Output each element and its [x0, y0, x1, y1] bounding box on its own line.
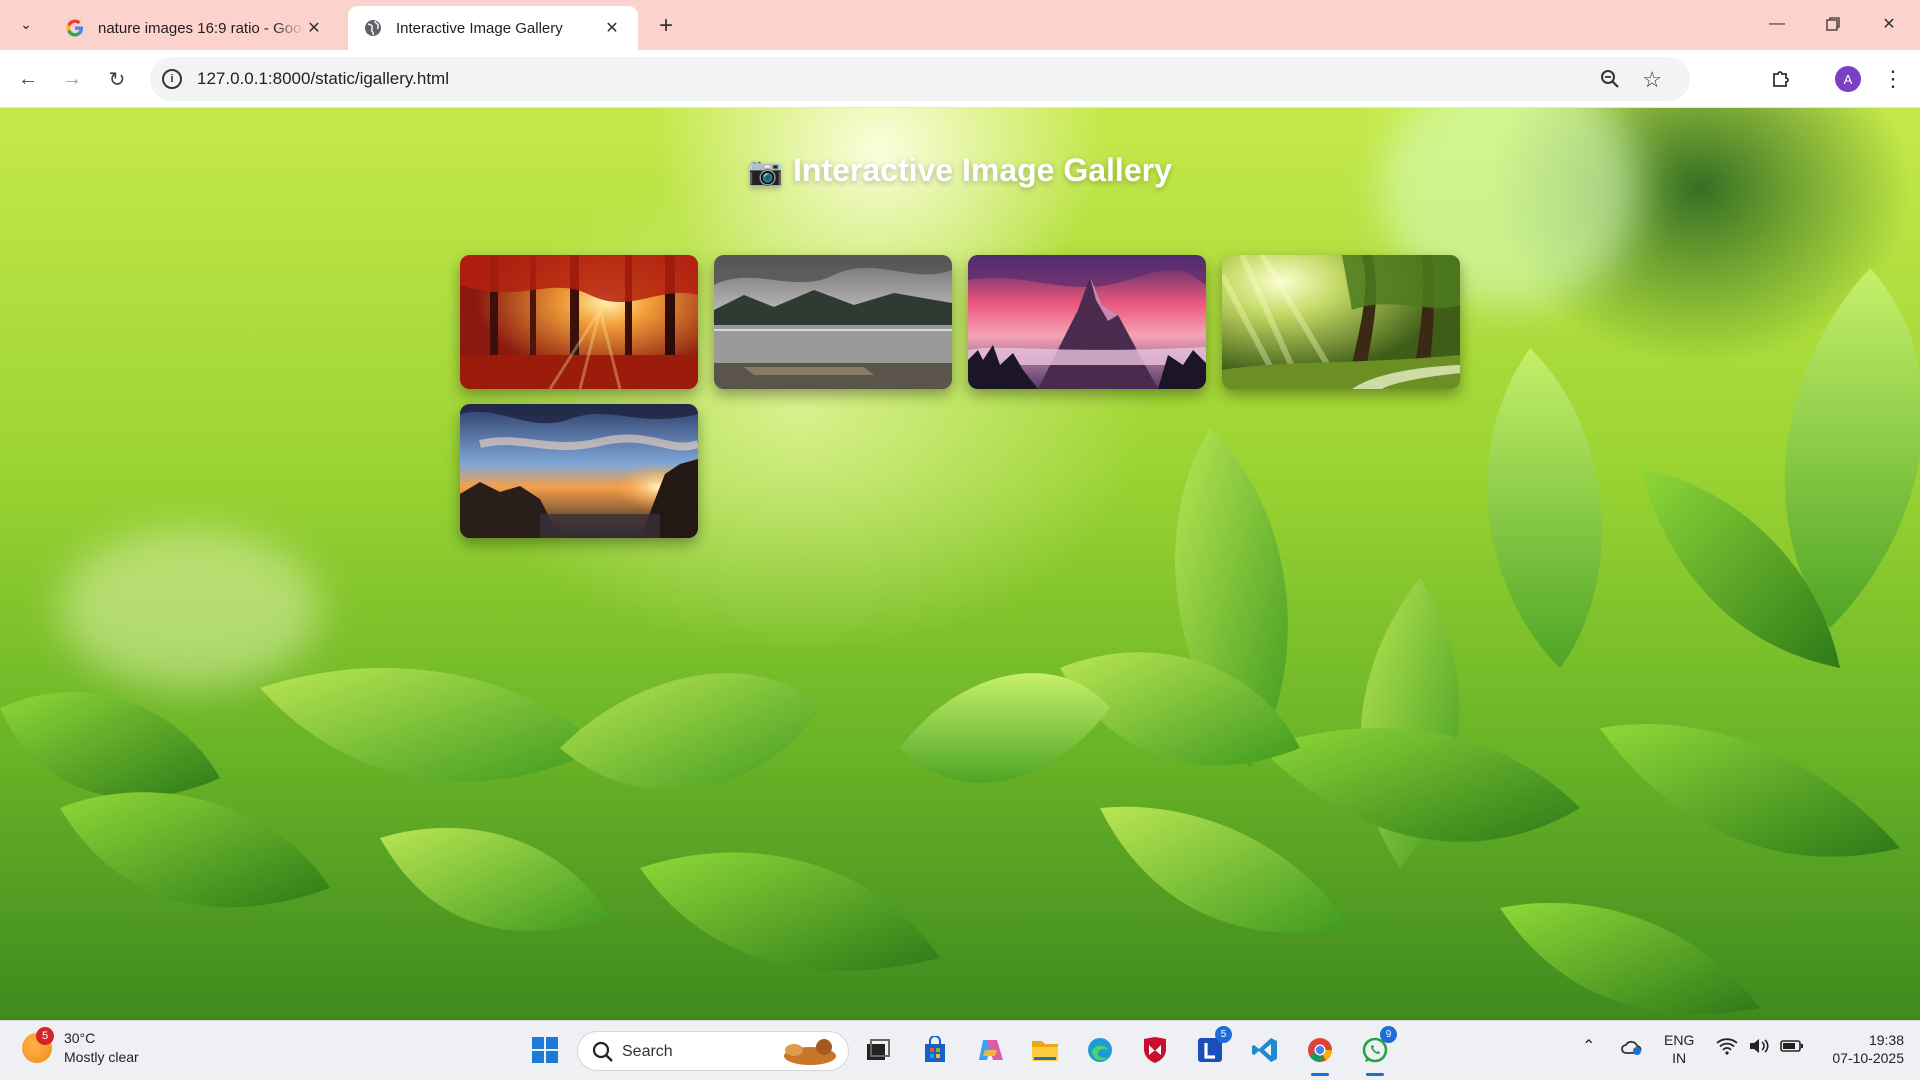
onedrive-button[interactable] — [1620, 1037, 1644, 1061]
browser-menu-button[interactable]: ⋮ — [1877, 63, 1909, 95]
close-icon[interactable]: ✕ — [602, 18, 622, 38]
close-window-button[interactable]: ✕ — [1862, 6, 1916, 42]
new-tab-button[interactable]: + — [652, 12, 680, 40]
gallery-image-misty-lake[interactable] — [714, 255, 952, 389]
network-volume-battery[interactable] — [1716, 1037, 1804, 1059]
notification-badge: 5 — [1215, 1026, 1232, 1043]
green-forest-image — [1222, 255, 1460, 389]
edge-button[interactable] — [1082, 1032, 1118, 1068]
clock-date: 07-10-2025 — [1832, 1050, 1904, 1066]
close-icon[interactable]: ✕ — [304, 18, 324, 38]
vscode-button[interactable] — [1247, 1032, 1283, 1068]
battery-icon — [1779, 1040, 1803, 1052]
gallery-image-green-forest[interactable] — [1222, 255, 1460, 389]
whatsapp-button[interactable]: 9 — [1357, 1026, 1397, 1076]
mcafee-button[interactable] — [1137, 1032, 1173, 1068]
profile-avatar[interactable]: A — [1835, 66, 1861, 92]
mountain-peak-image — [968, 255, 1206, 389]
tab-title: nature images 16:9 ratio - Google Search — [98, 19, 304, 37]
kebab-menu-icon: ⋮ — [1882, 66, 1904, 91]
reload-icon: ↻ — [108, 68, 126, 91]
restore-button[interactable] — [1806, 6, 1860, 42]
copilot-button[interactable] — [972, 1032, 1008, 1068]
leaf-background — [0, 268, 1920, 1014]
misty-lake-image — [714, 255, 952, 389]
search-label: Search — [622, 1043, 673, 1060]
notification-badge: 9 — [1380, 1026, 1397, 1043]
edge-icon — [1088, 1038, 1112, 1062]
tab-interactive-gallery[interactable]: Interactive Image Gallery ✕ — [348, 6, 638, 50]
minimize-icon: — — [1769, 15, 1785, 32]
bookmark-star-icon[interactable]: ☆ — [1642, 67, 1662, 93]
weather-widget[interactable]: 5 30°C Mostly clear — [22, 1027, 139, 1067]
globe-icon — [365, 20, 381, 36]
gallery-image-coastal-sunset[interactable] — [460, 404, 698, 538]
copilot-icon — [979, 1040, 1003, 1060]
plus-icon: + — [658, 12, 673, 39]
weather-badge: 5 — [36, 1027, 54, 1045]
language-region: IN — [1672, 1050, 1687, 1066]
lens-app-button[interactable]: 5 — [1192, 1026, 1232, 1068]
clock-time: 19:38 — [1868, 1032, 1904, 1048]
taskbar-search[interactable]: Search — [577, 1031, 849, 1071]
volume-icon — [1749, 1039, 1769, 1053]
taskbar: 5 30°C Mostly clear Search 5 9 ⌃ ENG IN … — [0, 1020, 1920, 1080]
file-explorer-button[interactable] — [1027, 1032, 1063, 1068]
restore-icon — [1826, 17, 1840, 31]
coastal-sunset-image — [460, 404, 698, 538]
arrow-right-icon: → — [62, 67, 82, 90]
browser-tab-strip: ⌄ nature images 16:9 ratio - Google Sear… — [0, 0, 1920, 50]
gallery-image-mountain-peak[interactable] — [968, 255, 1206, 389]
tab-google-search[interactable]: nature images 16:9 ratio - Google Search… — [50, 6, 340, 50]
autumn-forest-image — [460, 255, 698, 389]
forward-button[interactable]: → — [56, 63, 88, 95]
search-highlight-icon — [784, 1039, 836, 1065]
language-code: ENG — [1664, 1032, 1695, 1048]
page-viewport: 📷 Interactive Image Gallery — [0, 108, 1920, 1020]
page-title: 📷 Interactive Image Gallery — [0, 152, 1920, 189]
start-button[interactable] — [527, 1032, 563, 1068]
show-hidden-icons-button[interactable]: ⌃ — [1582, 1037, 1595, 1056]
reload-button[interactable]: ↻ — [101, 63, 133, 95]
clock[interactable]: 19:38 07-10-2025 — [1814, 1031, 1904, 1067]
chevron-up-icon: ⌃ — [1582, 1038, 1596, 1055]
camera-icon: 📷 — [748, 156, 783, 187]
url-text[interactable]: 127.0.0.1:8000/static/igallery.html — [197, 69, 449, 89]
weather-temp: 30°C — [64, 1030, 96, 1046]
gallery-image-autumn-forest[interactable] — [460, 255, 698, 389]
google-g-icon — [66, 19, 83, 37]
address-bar[interactable]: i 127.0.0.1:8000/static/igallery.html ☆ — [150, 57, 1690, 101]
language-indicator[interactable]: ENG IN — [1664, 1031, 1694, 1067]
zoom-icon[interactable] — [1600, 69, 1620, 89]
browser-toolbar: ← → ↻ i 127.0.0.1:8000/static/igallery.h… — [0, 50, 1920, 108]
start-icon — [532, 1037, 558, 1063]
image-gallery — [460, 255, 1472, 538]
site-info-icon[interactable]: i — [162, 69, 182, 89]
mcafee-icon — [1144, 1037, 1166, 1063]
cloud-icon — [1621, 1040, 1642, 1055]
arrow-left-icon: ← — [18, 67, 38, 90]
wifi-icon — [1716, 1038, 1738, 1055]
task-view-button[interactable] — [860, 1032, 896, 1068]
tab-search-button[interactable]: ⌄ — [12, 10, 40, 38]
vscode-icon — [1252, 1038, 1277, 1062]
chrome-button[interactable] — [1302, 1032, 1338, 1076]
search-icon — [592, 1041, 613, 1062]
puzzle-icon — [1773, 71, 1789, 87]
extensions-button[interactable] — [1765, 63, 1797, 95]
chevron-down-icon: ⌄ — [20, 15, 32, 32]
close-icon: ✕ — [1882, 16, 1896, 33]
task-view-icon — [867, 1039, 890, 1060]
weather-sun-icon: 5 — [22, 1027, 54, 1063]
file-explorer-icon — [1032, 1041, 1058, 1061]
chrome-icon — [1308, 1038, 1332, 1062]
page-title-text: Interactive Image Gallery — [793, 152, 1172, 188]
back-button[interactable]: ← — [12, 63, 44, 95]
weather-condition: Mostly clear — [64, 1049, 139, 1065]
minimize-button[interactable]: — — [1750, 6, 1804, 42]
tab-title: Interactive Image Gallery — [396, 19, 563, 37]
microsoft-store-icon — [925, 1036, 945, 1062]
store-button[interactable] — [917, 1032, 953, 1068]
